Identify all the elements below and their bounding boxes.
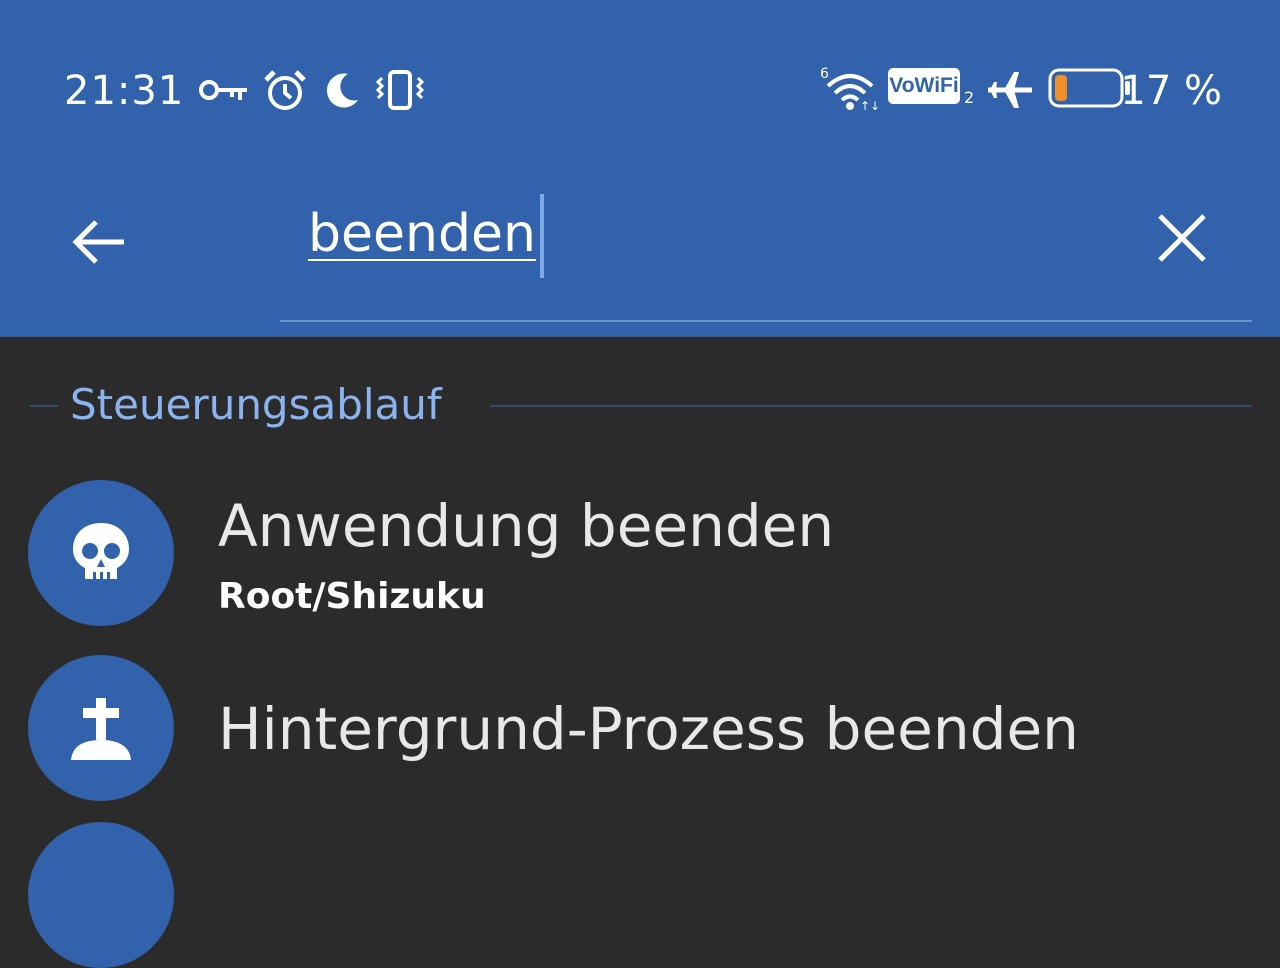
status-bar: 21:31 6 ↑↓ VoWiFi 2 17 %: [0, 60, 1280, 120]
grave-icon: [71, 698, 131, 760]
list-item[interactable]: Hintergrund-Prozess beenden: [0, 655, 1280, 805]
airplane-icon: [986, 68, 1034, 116]
vowifi-sim-number: 2: [964, 88, 975, 107]
section-header: Steuerungsablauf: [30, 380, 1252, 430]
svg-text:6: 6: [820, 66, 829, 82]
arrow-left-icon: [72, 220, 124, 264]
clear-search-button[interactable]: [1154, 210, 1210, 266]
close-icon: [1158, 214, 1206, 262]
svg-text:↑↓: ↑↓: [860, 99, 880, 112]
wifi-icon: 6 ↑↓: [820, 64, 880, 116]
text-caret: [540, 194, 544, 278]
status-time: 21:31: [64, 68, 185, 114]
divider: [490, 405, 1252, 407]
battery-percent: 17 %: [1120, 68, 1222, 114]
list-item-subtitle: Root/Shizuku: [218, 576, 486, 617]
list-item-avatar: [28, 655, 174, 801]
section-title: Steuerungsablauf: [70, 380, 442, 429]
back-button[interactable]: [66, 210, 130, 274]
moon-icon: [320, 70, 362, 116]
list-item-avatar: [28, 822, 174, 968]
list-item-title: Anwendung beenden: [218, 492, 835, 560]
battery-fill: [1055, 75, 1067, 101]
vowifi-badge: VoWiFi: [888, 68, 960, 104]
divider: [30, 405, 58, 407]
search-input[interactable]: beenden: [308, 204, 536, 264]
vibrate-icon: [374, 68, 426, 116]
list-item[interactable]: Anwendung beenden Root/Shizuku: [0, 480, 1280, 630]
list-item-title: Hintergrund-Prozess beenden: [218, 695, 1079, 763]
alarm-icon: [262, 68, 308, 118]
search-field[interactable]: beenden: [280, 180, 1252, 322]
list-item-avatar: [28, 480, 174, 626]
app-bar: 21:31 6 ↑↓ VoWiFi 2 17 % beenden: [0, 0, 1280, 337]
key-icon: [198, 74, 250, 110]
skull-icon: [73, 523, 129, 579]
